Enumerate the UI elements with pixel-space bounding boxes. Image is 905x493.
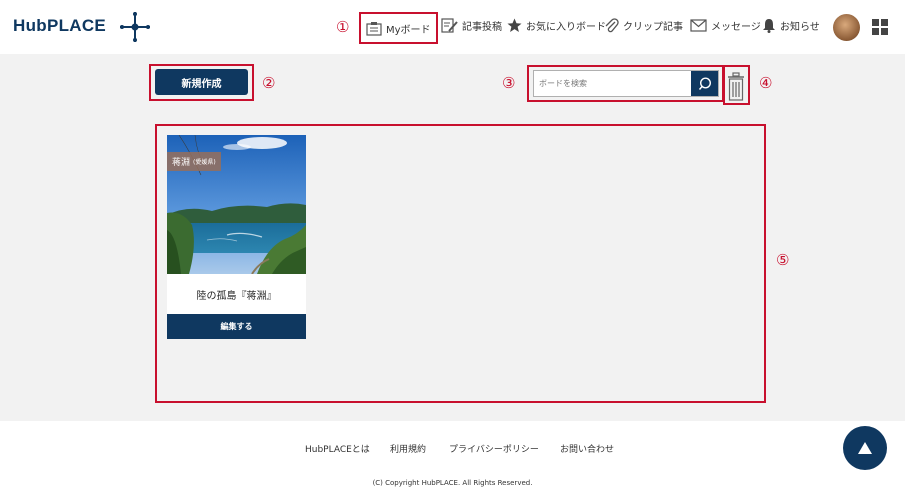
nav-my-board[interactable]: Myボード xyxy=(359,12,438,44)
footer: HubPLACEとは 利用規約 プライバシーポリシー お問い合わせ (C) Co… xyxy=(0,421,905,493)
logo[interactable]: HubPLACE xyxy=(13,16,106,36)
nav-clip-articles[interactable]: クリップ記事 xyxy=(604,18,683,33)
nav-post-article[interactable]: 記事投稿 xyxy=(441,18,502,33)
annotation-number-3: ③ xyxy=(502,74,516,92)
scroll-to-top-button[interactable] xyxy=(843,426,887,470)
board-thumbnail[interactable]: 蒋淵 (愛媛県) xyxy=(167,135,306,274)
apps-grid-icon[interactable] xyxy=(872,19,888,35)
bell-icon xyxy=(763,19,775,33)
nav-messages[interactable]: メッセージ xyxy=(690,18,761,33)
star-icon xyxy=(507,18,522,32)
annotation-number-4: ④ xyxy=(759,74,773,92)
board-card[interactable]: 蒋淵 (愛媛県) 陸の孤島『蒋淵』 編集する xyxy=(167,135,306,339)
envelope-icon xyxy=(690,19,707,32)
annotation-number-1: ① xyxy=(336,18,350,36)
logo-mark-icon xyxy=(120,12,150,42)
trash-icon[interactable] xyxy=(727,72,745,102)
location-tag-main: 蒋淵 xyxy=(172,158,191,168)
location-tag-sub: (愛媛県) xyxy=(193,159,216,166)
search-icon xyxy=(698,76,711,90)
nav-favorite-boards[interactable]: お気に入りボード xyxy=(507,18,606,33)
board-search-input[interactable] xyxy=(534,71,692,96)
footer-link-terms[interactable]: 利用規約 xyxy=(390,442,426,455)
board-search xyxy=(533,70,719,97)
edit-board-button[interactable]: 編集する xyxy=(167,314,306,339)
nav-label: Myボード xyxy=(386,24,431,36)
main-content: 新規作成 ② ③ ④ ⑤ xyxy=(0,54,905,421)
avatar[interactable] xyxy=(833,14,860,41)
search-button[interactable] xyxy=(691,71,718,96)
footer-link-contact[interactable]: お問い合わせ xyxy=(560,442,614,455)
nav-notifications[interactable]: お知らせ xyxy=(762,18,820,33)
nav-label: クリップ記事 xyxy=(623,22,683,33)
arrow-up-icon xyxy=(858,442,872,454)
paperclip-icon xyxy=(605,18,619,33)
location-tag: 蒋淵 (愛媛県) xyxy=(167,152,221,171)
footer-link-about[interactable]: HubPLACEとは xyxy=(305,442,370,455)
create-new-button[interactable]: 新規作成 xyxy=(155,69,248,95)
nav-label: 記事投稿 xyxy=(462,22,502,33)
nav-label: メッセージ xyxy=(711,22,761,33)
board-icon xyxy=(366,21,382,36)
annotation-number-2: ② xyxy=(262,74,276,92)
annotation-number-5: ⑤ xyxy=(776,251,790,269)
nav-label: お知らせ xyxy=(780,22,820,33)
nav-label: お気に入りボード xyxy=(526,22,606,33)
footer-link-privacy[interactable]: プライバシーポリシー xyxy=(449,442,539,455)
edit-icon xyxy=(441,18,458,33)
header: HubPLACE ① Myボード 記事投稿 お気に入りボード クリップ記事 メッ… xyxy=(0,0,905,54)
copyright: (C) Copyright HubPLACE. All Rights Reser… xyxy=(372,479,533,487)
board-title[interactable]: 陸の孤島『蒋淵』 xyxy=(167,287,306,302)
